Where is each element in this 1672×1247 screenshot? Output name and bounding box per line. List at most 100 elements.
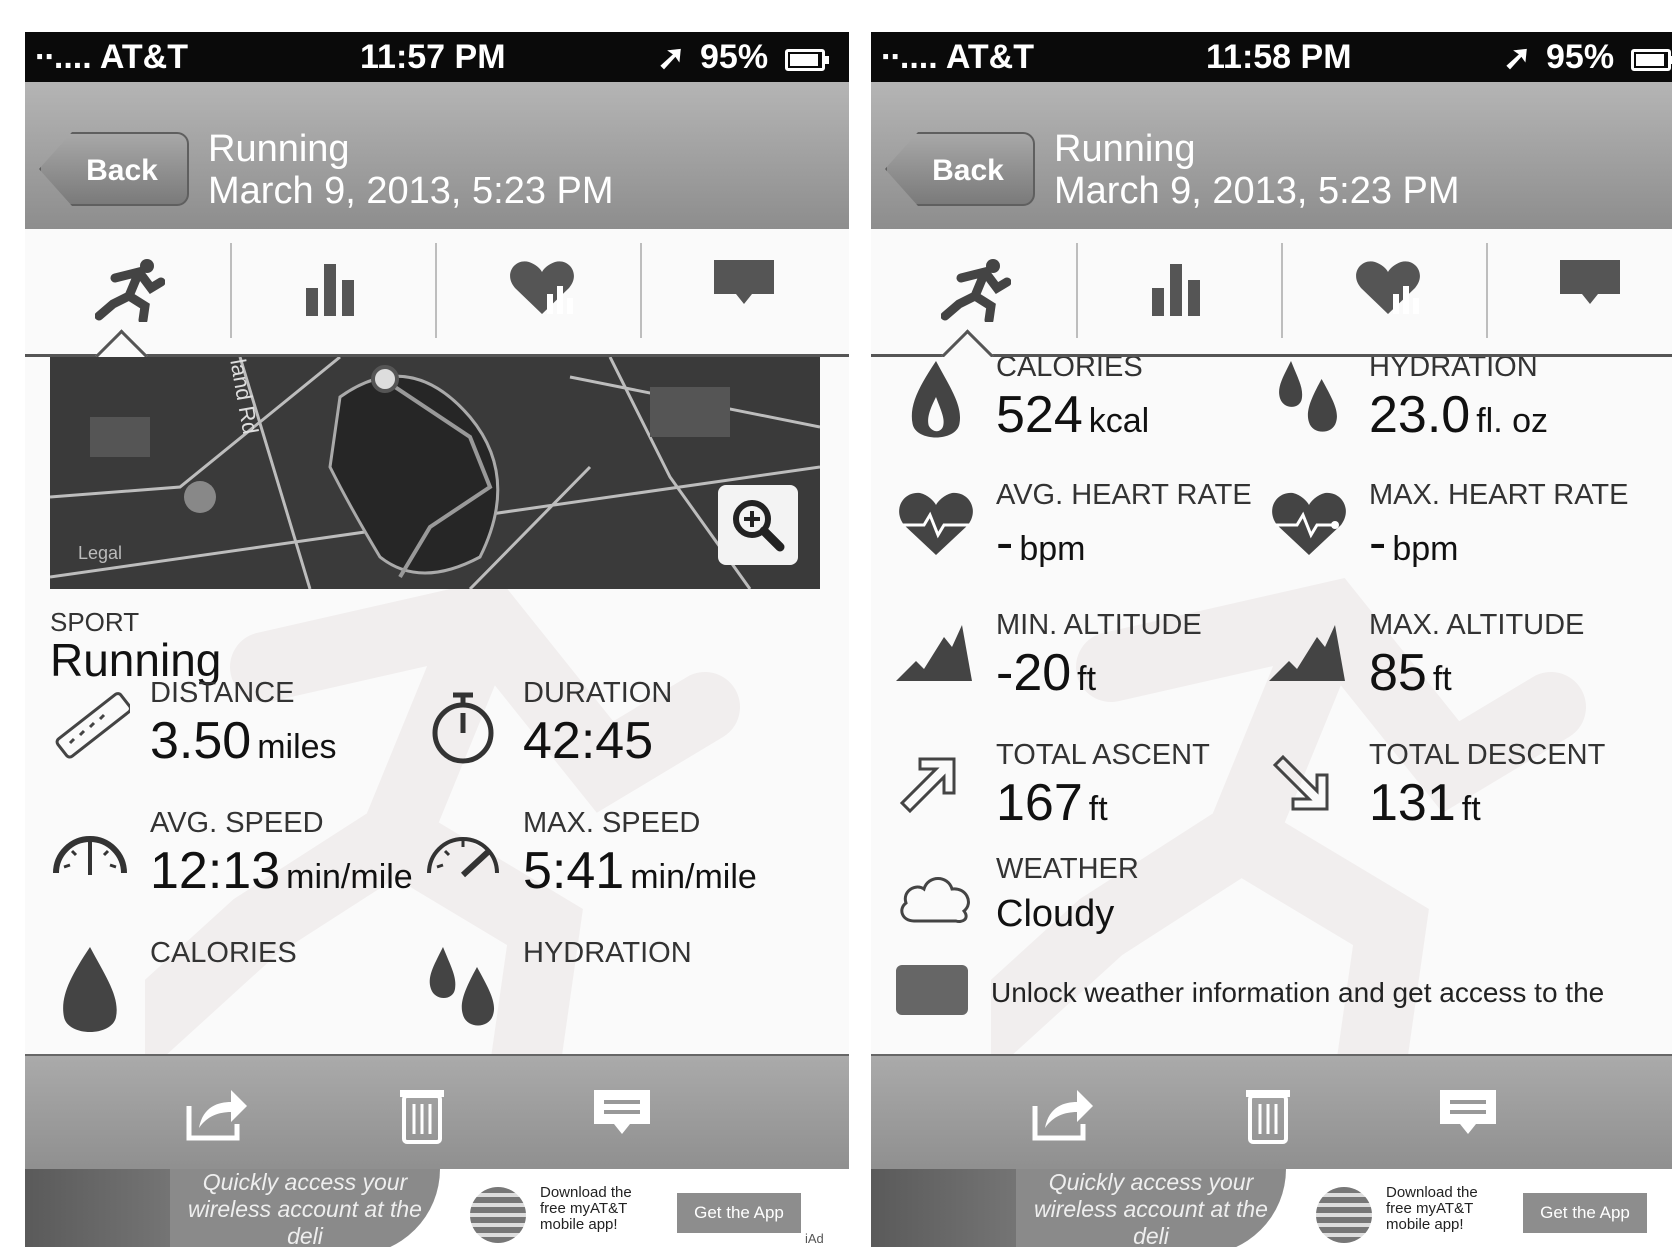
- stat-min-altitude: MIN. ALTITUDE -20 ft: [896, 609, 1276, 739]
- trash-icon: [1246, 1090, 1290, 1144]
- value-number: 12:13: [150, 842, 281, 900]
- att-globe-icon: [1316, 1187, 1372, 1243]
- status-time: 11:57 PM: [360, 38, 506, 76]
- comment-icon: [1440, 1090, 1496, 1134]
- stat-label: MIN. ALTITUDE: [996, 609, 1202, 641]
- route-map[interactable]: land Rd Legal: [50, 357, 820, 589]
- battery-icon: [785, 49, 829, 71]
- delete-button[interactable]: [390, 1084, 454, 1144]
- runner-icon: [95, 259, 165, 322]
- value-unit: fl. oz: [1476, 402, 1549, 440]
- carrier-label: ∙∙.... AT&T: [35, 38, 188, 76]
- phone-screen-left: ∙∙.... AT&T 11:57 PM ➚ 95% Back Running …: [25, 32, 849, 1247]
- stat-max-speed: MAX. SPEED 5:41 min/mile: [423, 807, 803, 937]
- summary-content: land Rd Legal SPORT Running DISTANCE 3.5…: [25, 357, 849, 1054]
- stat-value: 3.50 miles: [150, 711, 337, 771]
- tab-charts[interactable]: [230, 243, 437, 338]
- stat-value: 131 ft: [1369, 773, 1481, 833]
- value-number: 5:41: [523, 842, 625, 900]
- zoom-button[interactable]: [718, 485, 798, 565]
- battery-percent: 95%: [700, 38, 769, 76]
- share-button[interactable]: [1031, 1084, 1095, 1144]
- att-globe-icon: [470, 1187, 526, 1243]
- stat-value: 5:41 min/mile: [523, 841, 757, 901]
- cloud-icon: [900, 877, 970, 923]
- back-button[interactable]: Back: [39, 132, 189, 206]
- tab-heart-rate[interactable]: [1281, 243, 1488, 338]
- stopwatch-icon: [432, 692, 494, 764]
- ad-banner[interactable]: Quickly access your wireless account at …: [871, 1169, 1672, 1247]
- value-number: 3.50: [150, 712, 252, 770]
- phone-screen-right: ∙∙.... AT&T 11:58 PM ➚ 95% Back Running …: [871, 32, 1672, 1247]
- stat-label: HYDRATION: [1369, 357, 1538, 383]
- unlock-weather-text[interactable]: Unlock weather information and get acces…: [991, 977, 1604, 1009]
- drops-icon: [1279, 361, 1337, 432]
- value-number: 42:45: [523, 712, 654, 770]
- tab-notes[interactable]: [1486, 243, 1672, 338]
- stat-value: -20 ft: [996, 643, 1096, 703]
- nav-title-block: Running March 9, 2013, 5:23 PM: [208, 128, 614, 212]
- bar-chart-icon: [1152, 264, 1200, 316]
- value-number: -20: [996, 644, 1072, 702]
- stat-max-heart-rate: MAX. HEART RATE - bpm: [1269, 479, 1649, 609]
- stat-label: HYDRATION: [523, 937, 692, 969]
- share-button[interactable]: [185, 1084, 249, 1144]
- stat-label: TOTAL DESCENT: [1369, 739, 1606, 771]
- ad-download-text: Download the free myAT&T mobile app!: [1386, 1184, 1478, 1233]
- navigation-bar: Back Running March 9, 2013, 5:23 PM: [871, 82, 1672, 231]
- location-arrow-icon: ➚: [657, 39, 686, 77]
- value-number: 524: [996, 386, 1083, 444]
- carrier-label: ∙∙.... AT&T: [881, 38, 1034, 76]
- ad-headline: Quickly access your wireless account at …: [170, 1169, 440, 1247]
- value-number: -: [996, 514, 1014, 572]
- tab-heart-rate[interactable]: [435, 243, 642, 338]
- stat-label: CALORIES: [150, 937, 297, 969]
- tab-summary[interactable]: [871, 243, 1076, 338]
- stat-label: CALORIES: [996, 357, 1143, 383]
- status-bar: ∙∙.... AT&T 11:57 PM ➚ 95%: [25, 32, 849, 82]
- stat-value: 85 ft: [1369, 643, 1452, 703]
- battery-percent: 95%: [1546, 38, 1615, 76]
- stat-label: AVG. HEART RATE: [996, 479, 1252, 511]
- flame-icon: [911, 361, 961, 438]
- map-legal-link[interactable]: Legal: [78, 543, 122, 564]
- value-number: 85: [1369, 644, 1427, 702]
- stat-hydration: HYDRATION: [423, 937, 803, 1054]
- stat-distance: DISTANCE 3.50 miles: [50, 677, 430, 807]
- weather-unlock-icon: [896, 965, 968, 1015]
- ad-photo: [871, 1169, 1031, 1247]
- stat-calories: CALORIES 524 kcal: [896, 357, 1276, 481]
- stat-value: 12:13 min/mile: [150, 841, 413, 901]
- value-unit: bpm: [1019, 530, 1086, 568]
- stat-max-altitude: MAX. ALTITUDE 85 ft: [1269, 609, 1649, 739]
- back-button[interactable]: Back: [885, 132, 1035, 206]
- stat-value: Cloudy: [996, 893, 1114, 936]
- stat-label: MAX. SPEED: [523, 807, 701, 839]
- stat-avg-speed: AVG. SPEED 12:13 min/mile: [50, 807, 430, 937]
- comment-button[interactable]: [590, 1084, 654, 1144]
- heart-rate-icon: [899, 492, 973, 555]
- share-icon: [186, 1090, 247, 1141]
- get-app-button[interactable]: Get the App: [677, 1193, 801, 1233]
- get-app-button[interactable]: Get the App: [1523, 1193, 1647, 1233]
- value-unit: bpm: [1392, 530, 1459, 568]
- trash-icon: [400, 1090, 444, 1144]
- share-icon: [1032, 1090, 1093, 1141]
- stat-label: MAX. ALTITUDE: [1369, 609, 1585, 641]
- tab-notes[interactable]: [640, 243, 847, 338]
- battery-icon: [1631, 49, 1672, 71]
- drops-icon: [429, 947, 495, 1026]
- tab-summary[interactable]: [25, 243, 230, 338]
- value-number: 167: [996, 774, 1083, 832]
- detail-tabs: [871, 229, 1672, 382]
- ad-banner[interactable]: Quickly access your wireless account at …: [25, 1169, 849, 1247]
- value-unit: miles: [257, 728, 337, 766]
- stat-value: - bpm: [1369, 513, 1458, 573]
- nav-title-block: Running March 9, 2013, 5:23 PM: [1054, 128, 1460, 212]
- ad-photo: [25, 1169, 185, 1247]
- comment-button[interactable]: [1436, 1084, 1500, 1144]
- map-tiles: [50, 357, 820, 589]
- tab-charts[interactable]: [1076, 243, 1283, 338]
- delete-button[interactable]: [1236, 1084, 1300, 1144]
- stat-value: 167 ft: [996, 773, 1108, 833]
